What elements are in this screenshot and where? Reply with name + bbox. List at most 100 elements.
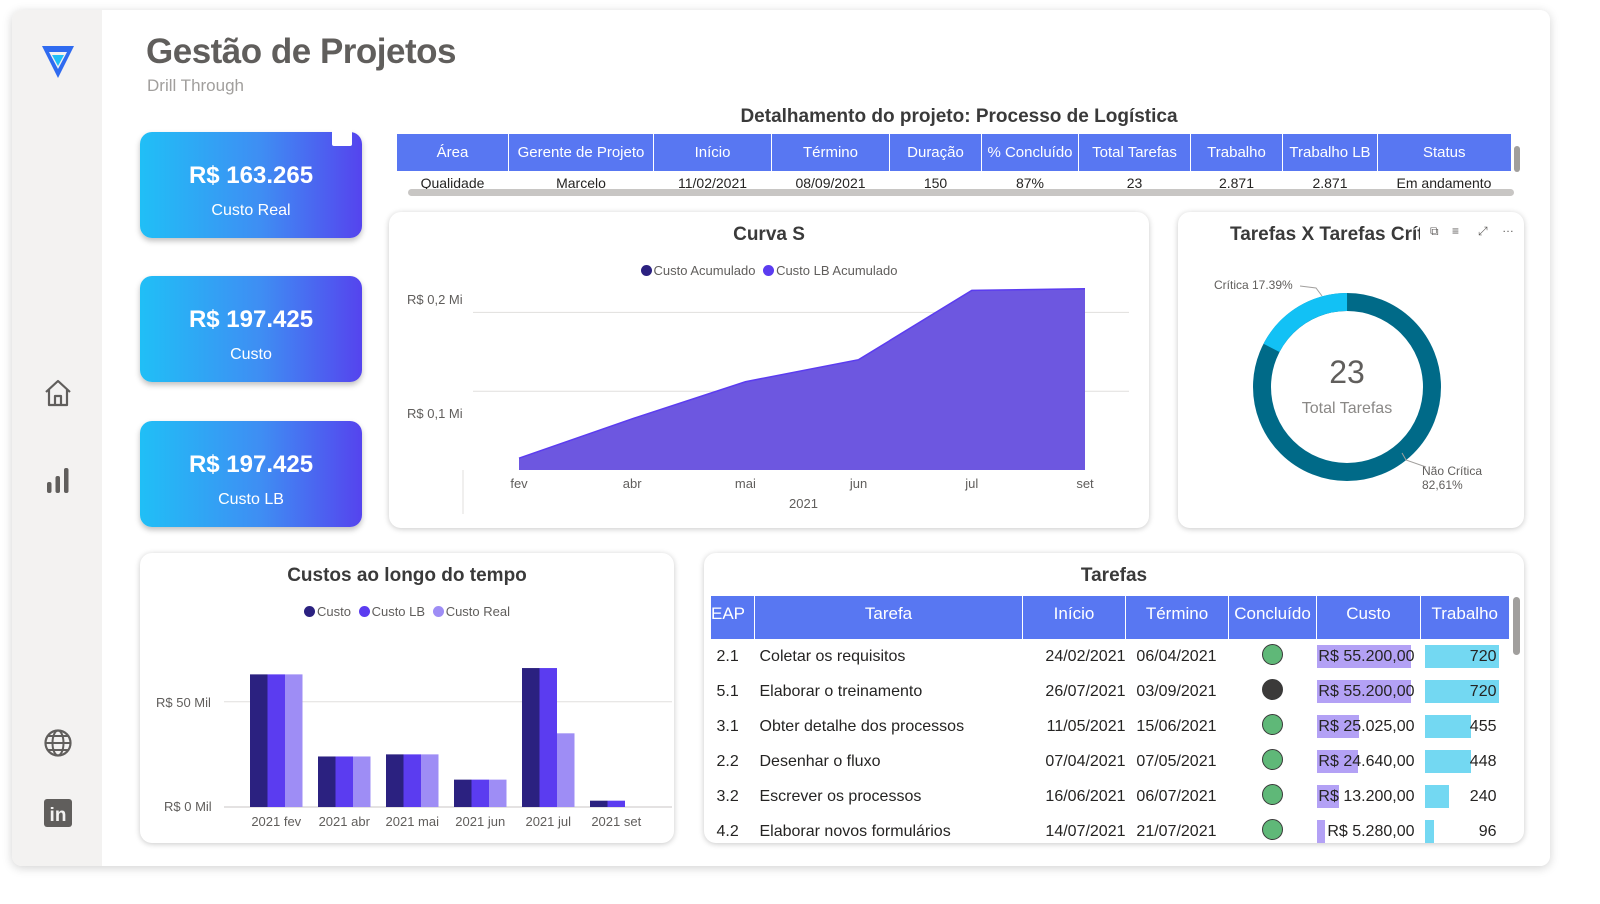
tarefas-column-header[interactable]: EAP <box>710 596 755 639</box>
tarefas-cell-termino: 21/07/2021 <box>1136 822 1217 840</box>
bar-custo[interactable] <box>386 754 404 807</box>
bar-custo-lb[interactable] <box>403 754 422 807</box>
tarefas-cell-concluido <box>1229 639 1317 674</box>
tarefas-column-header[interactable]: Custo <box>1316 596 1421 639</box>
x-tick-label: mai <box>735 476 756 491</box>
bar-custo-lb[interactable] <box>471 779 490 807</box>
bar-custo[interactable] <box>318 756 336 807</box>
bar-custo[interactable] <box>590 800 608 807</box>
kpi-custo[interactable]: R$ 197.425 Custo <box>140 276 362 382</box>
bar-custo-lb[interactable] <box>335 756 354 807</box>
donut-label-nao-critica: Não Crítica <box>1422 464 1483 478</box>
detail-column-header[interactable]: Duração <box>889 134 982 171</box>
tarefas-column-header[interactable]: Tarefa <box>754 596 1023 639</box>
logo-icon[interactable] <box>38 42 78 82</box>
detail-cell: Marcelo <box>556 175 606 191</box>
y-tick-label: R$ 0 Mil <box>164 799 212 814</box>
custos-chart[interactable]: 2021 fev 2021 abr 2021 mai 2021 jun 2021 jul… <box>140 553 674 843</box>
custo-value: R$ 25.025,00 <box>1318 717 1415 735</box>
detail-header-row: Área Gerente de Projeto Início Término Duraç… <box>396 134 1511 171</box>
tarefas-cell-inicio: 26/07/2021 <box>1045 682 1126 700</box>
detail-column-header[interactable]: Status <box>1377 134 1511 171</box>
donut-label-nao-critica-pct: 82,61% <box>1422 478 1463 492</box>
tarefas-row[interactable]: 3.2 Escrever os processos 16/06/2021 06/07/… <box>711 779 1509 814</box>
bar-custo-real[interactable] <box>353 756 371 807</box>
detail-column-header[interactable]: Trabalho LB <box>1282 134 1378 171</box>
tarefas-vertical-scrollbar[interactable] <box>1513 597 1520 655</box>
leader-line <box>1299 285 1323 297</box>
linkedin-icon[interactable]: in <box>38 793 78 833</box>
curva-s-chart[interactable]: fev abr mai jun jul set <box>389 212 1149 528</box>
detail-column-header[interactable]: Gerente de Projeto <box>508 134 654 171</box>
area-series-custo-acumulado[interactable] <box>519 288 1085 470</box>
x-tick-label: jun <box>849 476 867 491</box>
tarefas-column-header[interactable]: Trabalho <box>1420 596 1509 639</box>
globe-icon[interactable] <box>38 723 78 763</box>
custo-value: R$ 55.200,00 <box>1318 682 1415 700</box>
tarefas-cell-eap: 3.1 <box>716 717 739 735</box>
detail-cell: 150 <box>923 175 948 191</box>
tarefas-card[interactable]: Tarefas EAP Tarefa Início Término Concluído C… <box>704 553 1524 843</box>
tarefas-cell-inicio: 07/04/2021 <box>1045 752 1126 770</box>
tarefas-row[interactable]: 4.2 Elaborar novos formulários 14/07/2021 2… <box>711 814 1509 843</box>
custos-card[interactable]: Custos ao longo do tempo Custo Custo LB … <box>140 553 674 843</box>
detail-table: Área Gerente de Projeto Início Término Duraç… <box>396 134 1511 191</box>
tarefas-cell-eap: 4.2 <box>716 822 739 840</box>
detail-column-header[interactable]: % Concluído <box>981 134 1079 171</box>
tarefas-cell-termino: 06/04/2021 <box>1136 647 1217 665</box>
tarefas-cell-termino: 06/07/2021 <box>1136 787 1217 805</box>
bar-custo[interactable] <box>454 779 472 807</box>
bar-custo-real[interactable] <box>489 779 507 807</box>
detail-column-header[interactable]: Início <box>653 134 772 171</box>
bar-custo-real[interactable] <box>421 754 439 807</box>
tarefas-cell-trabalho: 720 <box>1421 674 1509 709</box>
tarefas-column-header[interactable]: Início <box>1022 596 1126 639</box>
donut-card[interactable]: Tarefas X Tarefas Críticas ⧉ ≡ ⤢ … Críti… <box>1178 212 1524 528</box>
detail-horizontal-scrollbar[interactable] <box>408 189 1514 196</box>
page-title: Gestão de Projetos <box>146 32 456 71</box>
trabalho-data-bar <box>1424 750 1471 773</box>
bar-custo-lb[interactable] <box>607 800 626 807</box>
tarefas-cell-custo: R$ 13.200,00 <box>1316 779 1421 814</box>
tarefas-cell-concluido <box>1229 779 1317 814</box>
trabalho-data-bar <box>1424 785 1450 808</box>
home-icon[interactable] <box>38 373 78 413</box>
detail-column-header[interactable]: Área <box>396 134 509 171</box>
kpi-custo-value: R$ 197.425 <box>188 306 314 333</box>
bar-custo-real[interactable] <box>285 674 303 807</box>
tarefas-cell-eap: 2.2 <box>716 752 739 770</box>
detail-row[interactable]: Qualidade Marcelo 11/02/2021 08/09/2021 150 8… <box>397 171 1511 191</box>
x-tick-label: 2021 jul <box>525 814 571 829</box>
tarefas-cell-custo: R$ 5.280,00 <box>1316 814 1421 843</box>
bar-custo-lb[interactable] <box>267 674 286 807</box>
tarefas-column-header[interactable]: Concluído <box>1228 596 1317 639</box>
detail-column-header[interactable]: Total Tarefas <box>1078 134 1191 171</box>
detail-cell: Em andamento <box>1396 175 1492 191</box>
bar-custo-lb[interactable] <box>539 668 558 807</box>
bar-chart-icon[interactable] <box>38 460 78 500</box>
tarefas-row[interactable]: 2.1 Coletar os requisitos 24/02/2021 06/04/… <box>711 639 1509 674</box>
status-indicator-icon <box>1262 643 1283 665</box>
detail-column-header[interactable]: Término <box>771 134 890 171</box>
tarefas-cell-tarefa: Coletar os requisitos <box>759 647 906 665</box>
kpi-custo-lb[interactable]: R$ 197.425 Custo LB <box>140 421 362 527</box>
bar-custo[interactable] <box>522 668 540 807</box>
tarefas-row[interactable]: 2.2 Desenhar o fluxo 07/04/2021 07/05/2021 R… <box>711 744 1509 779</box>
detail-vertical-scrollbar[interactable] <box>1514 146 1520 172</box>
bar-custo-real[interactable] <box>557 733 575 807</box>
x-tick-label: fev <box>510 476 528 491</box>
tarefas-column-header[interactable]: Término <box>1125 596 1229 639</box>
tarefas-cell-inicio: 24/02/2021 <box>1045 647 1126 665</box>
focus-mode-icon[interactable] <box>332 126 352 146</box>
bar-custo[interactable] <box>250 674 268 807</box>
trabalho-data-bar <box>1424 715 1472 738</box>
detail-column-header[interactable]: Trabalho <box>1190 134 1283 171</box>
tarefas-row[interactable]: 5.1 Elaborar o treinamento 26/07/2021 03/09… <box>711 674 1509 709</box>
tarefas-row[interactable]: 3.1 Obter detalhe dos processos 11/05/2021… <box>711 709 1509 744</box>
tarefas-cell-tarefa: Elaborar novos formulários <box>759 822 951 840</box>
curva-s-card[interactable]: Curva S Custo Acumulado Custo LB Acumula… <box>389 212 1149 528</box>
trabalho-value: 720 <box>1469 647 1497 665</box>
trabalho-value: 96 <box>1478 822 1497 840</box>
kpi-custo-real[interactable]: R$ 163.265 Custo Real <box>140 126 362 238</box>
x-tick-label: jul <box>964 476 978 491</box>
